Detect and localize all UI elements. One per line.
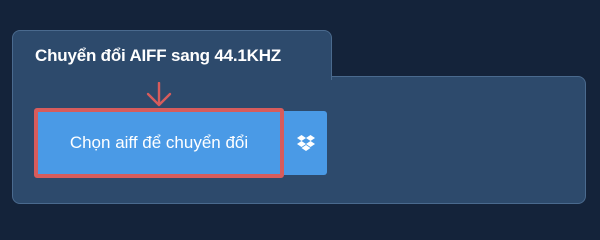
converter-title: Chuyển đổi AIFF sang 44.1KHZ xyxy=(35,46,281,65)
converter-tab: Chuyển đổi AIFF sang 44.1KHZ xyxy=(12,30,332,80)
arrow-down-icon xyxy=(146,82,172,107)
dropbox-icon xyxy=(296,135,315,151)
choose-file-button[interactable]: Chọn aiff để chuyển đổi xyxy=(34,108,284,178)
dropbox-button[interactable] xyxy=(284,111,327,175)
choose-file-label: Chọn aiff để chuyển đổi xyxy=(69,133,249,152)
